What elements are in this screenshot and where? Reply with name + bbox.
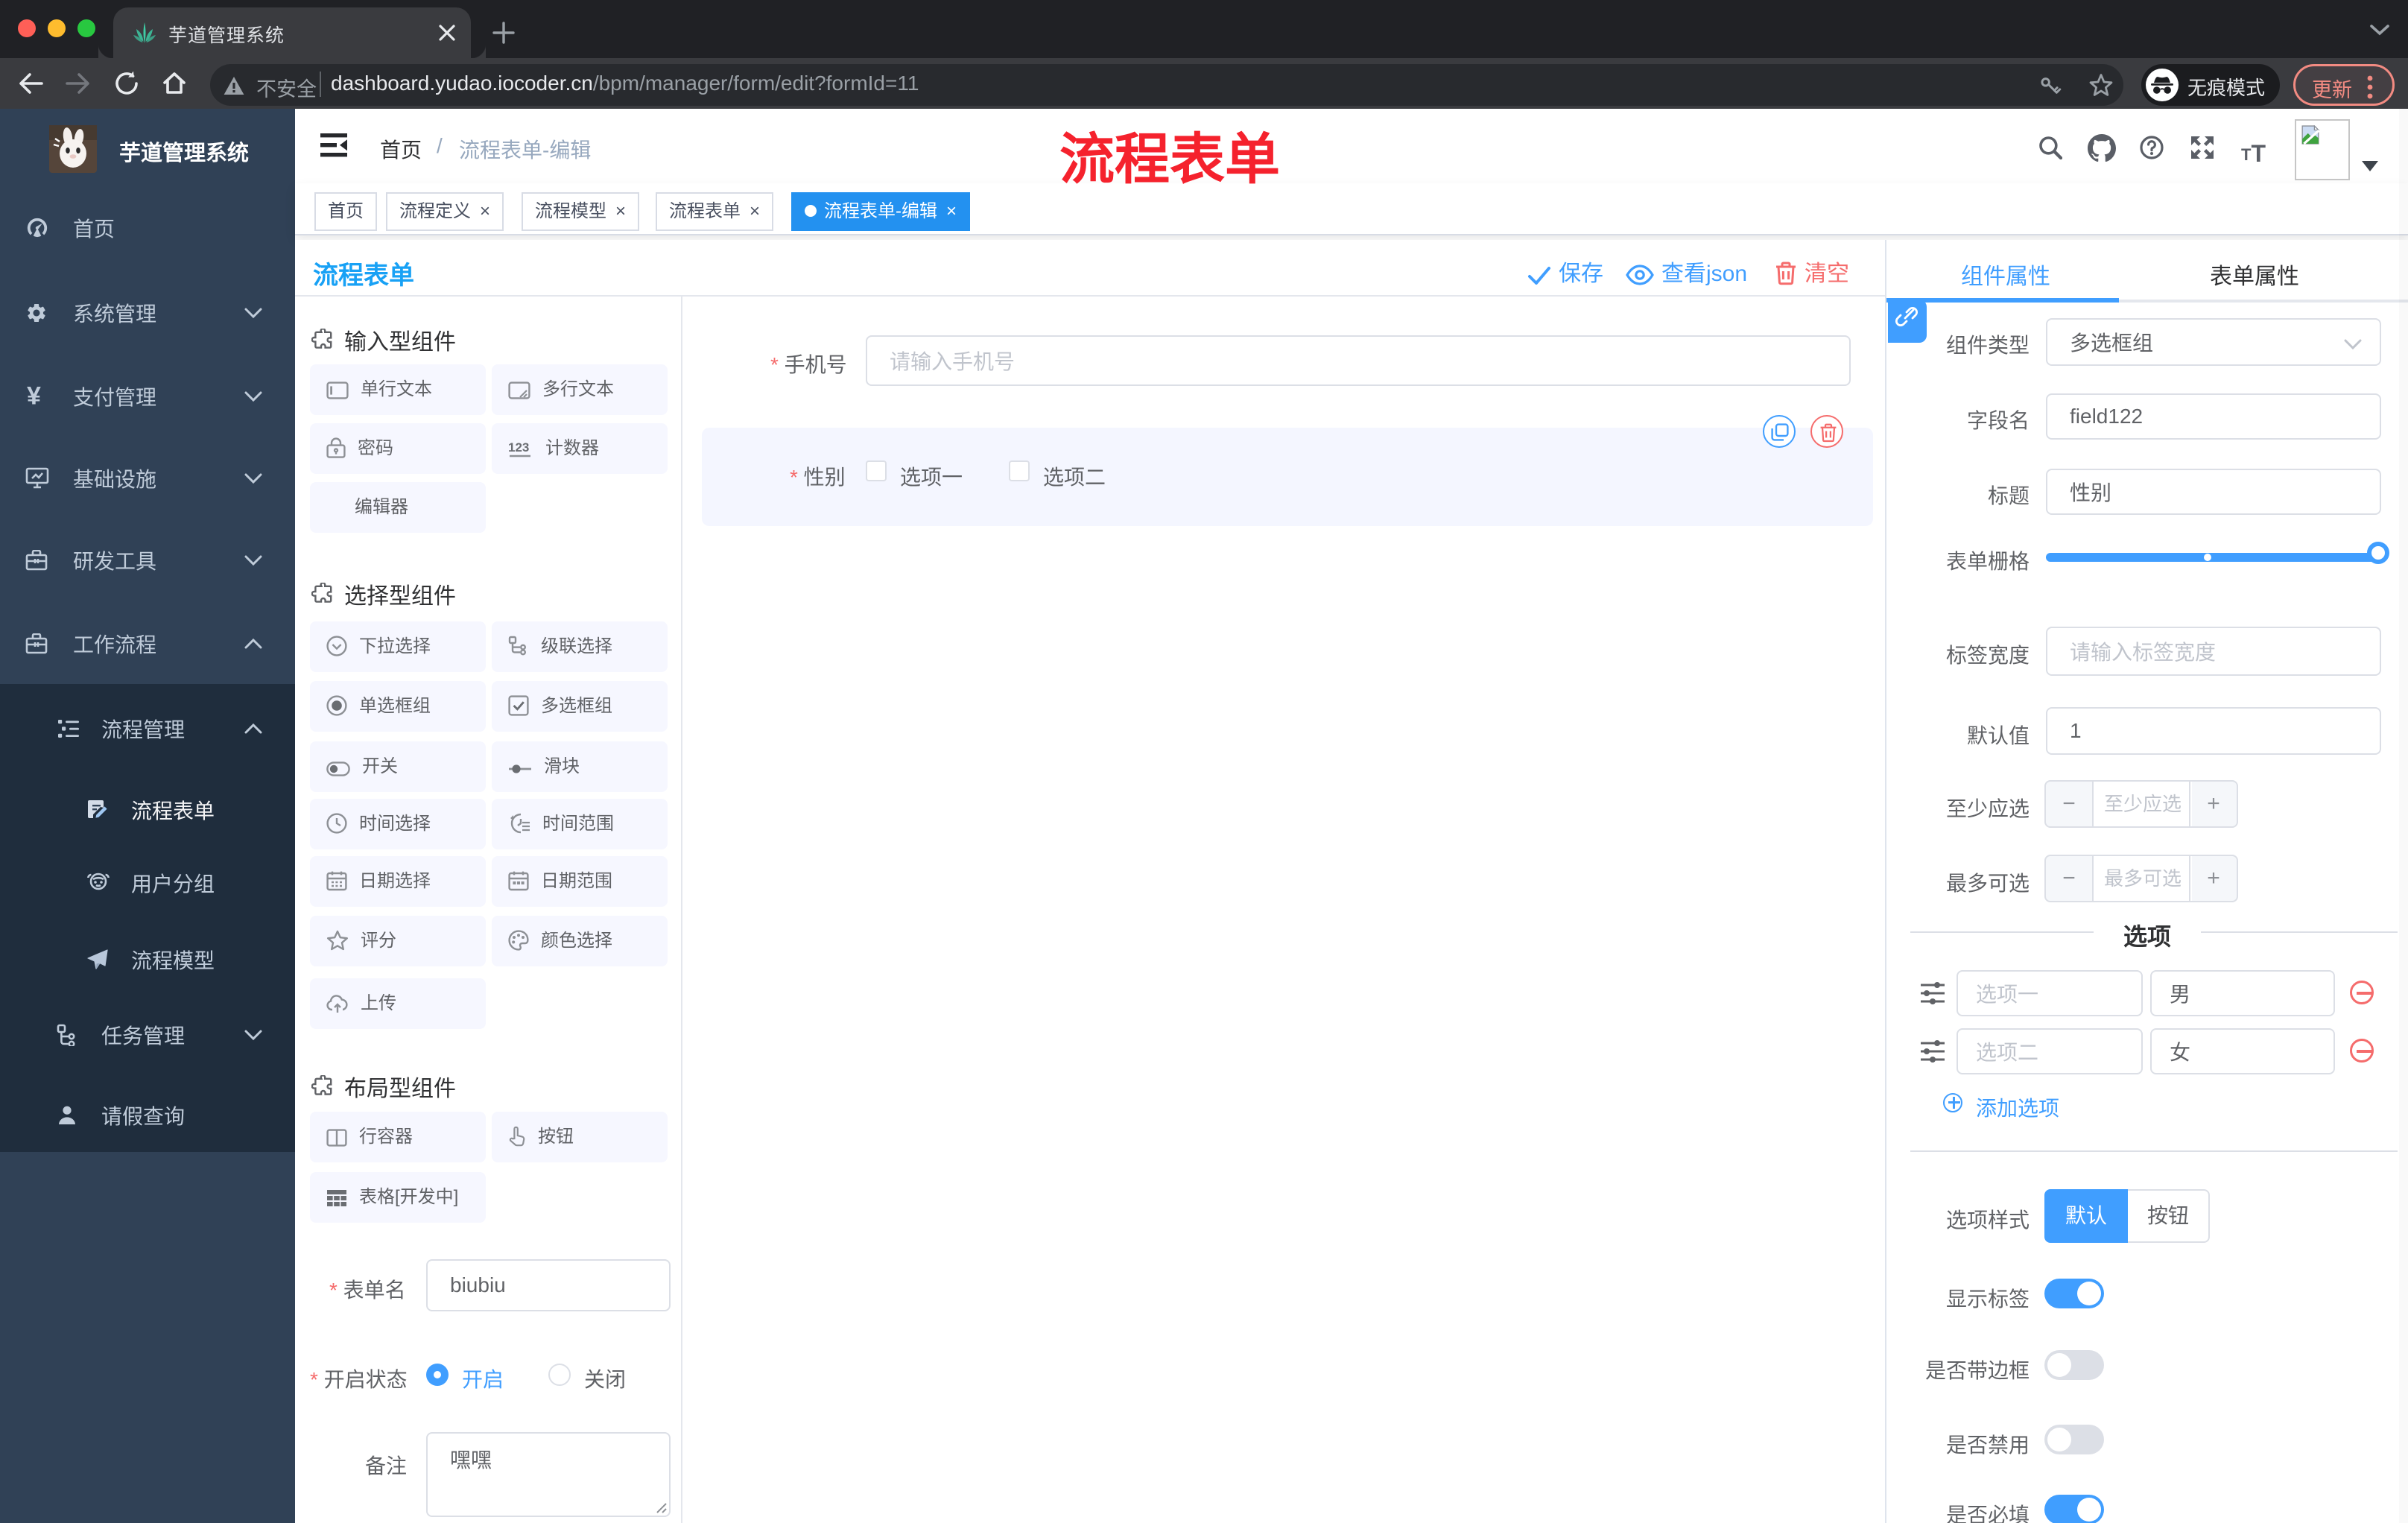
svg-text:123: 123 xyxy=(508,440,529,455)
